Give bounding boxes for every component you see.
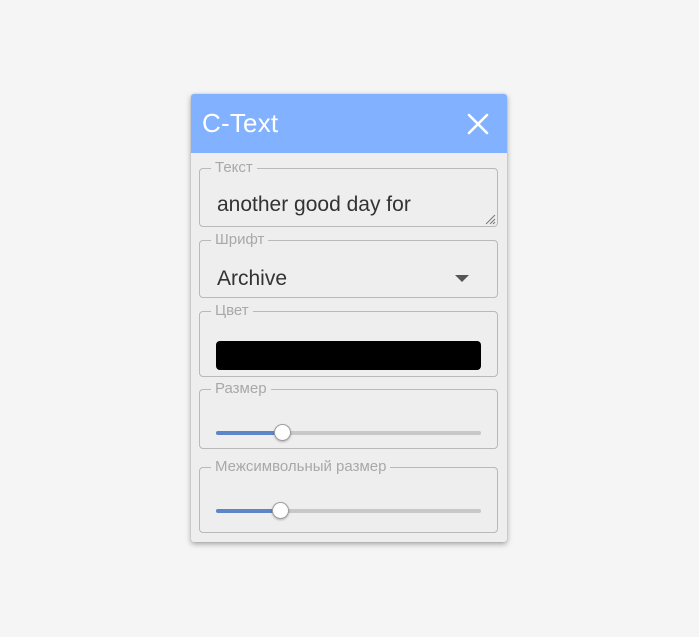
size-slider-fill [216, 431, 283, 435]
size-slider[interactable] [216, 423, 481, 443]
text-input[interactable]: another good day for [217, 193, 411, 217]
caret-down-icon[interactable] [455, 275, 469, 282]
font-legend: Шрифт [215, 231, 265, 248]
text-fieldset: Текст another good day for [199, 159, 498, 227]
font-select-value[interactable]: Archive [217, 267, 287, 291]
close-icon [467, 113, 489, 134]
size-slider-thumb[interactable] [274, 424, 292, 441]
spacing-slider-fill [216, 509, 280, 513]
spacing-slider[interactable] [216, 501, 481, 521]
font-fieldset[interactable]: Шрифт Archive [199, 231, 498, 298]
color-fieldset: Цвет [199, 302, 498, 377]
text-legend: Текст [215, 159, 253, 176]
c-text-dialog: C-Text Текст another good day for Шрифт … [191, 94, 507, 542]
dialog-title: C-Text [202, 108, 279, 138]
spacing-slider-thumb[interactable] [271, 502, 289, 519]
spacing-legend: Межсимвольный размер [215, 458, 387, 475]
color-legend: Цвет [215, 302, 249, 319]
spacing-fieldset: Межсимвольный размер [199, 458, 498, 533]
color-swatch[interactable] [216, 341, 481, 370]
resize-handle-icon[interactable] [484, 213, 496, 225]
close-button[interactable] [463, 109, 493, 139]
size-legend: Размер [215, 380, 267, 397]
size-fieldset: Размер [199, 380, 498, 449]
dialog-titlebar[interactable]: C-Text [191, 94, 507, 153]
